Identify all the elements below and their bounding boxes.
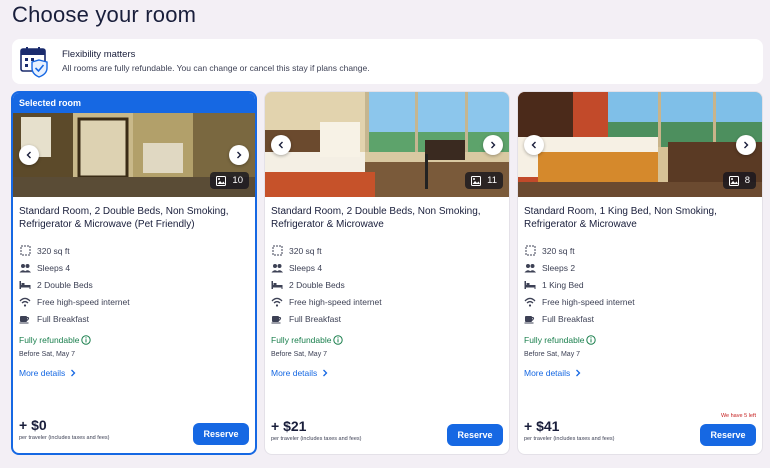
chevron-right-icon [323, 369, 328, 377]
feature-internet: Free high-speed internet [271, 293, 503, 310]
feature-internet: Free high-speed internet [524, 293, 756, 310]
photo-count-label: 11 [487, 175, 497, 186]
area-icon [524, 245, 536, 257]
room-card: 8 Standard Room, 1 King Bed, Non Smoking… [517, 91, 763, 455]
previous-photo-button[interactable] [524, 134, 544, 155]
bed-icon [524, 279, 536, 291]
refund-status: Fully refundable [518, 335, 762, 345]
bed-icon [19, 279, 31, 291]
calendar-shield-icon [20, 46, 50, 78]
room-photo: 8 [518, 92, 762, 197]
wifi-icon [19, 296, 31, 308]
photo-count-label: 10 [232, 175, 243, 186]
feature-area: 320 sq ft [19, 242, 249, 259]
info-icon[interactable] [586, 335, 597, 345]
photo-count-label: 8 [744, 175, 750, 186]
photo-count-button[interactable]: 11 [465, 172, 503, 189]
feature-internet: Free high-speed internet [19, 293, 249, 310]
more-details-link[interactable]: More details [13, 368, 255, 378]
gallery-icon [728, 175, 739, 186]
next-photo-button[interactable] [229, 145, 249, 165]
area-icon [271, 245, 283, 257]
people-icon [271, 262, 283, 274]
banner-subtitle: All rooms are fully refundable. You can … [62, 63, 370, 73]
room-photo: 11 [265, 92, 509, 197]
photo-count-button[interactable]: 10 [210, 172, 249, 189]
bed-icon [271, 279, 283, 291]
feature-sleeps: Sleeps 2 [524, 259, 756, 276]
feature-area: 320 sq ft [524, 242, 756, 259]
banner-title: Flexibility matters [62, 49, 136, 60]
refund-deadline: Before Sat, May 7 [19, 351, 76, 358]
room-card: 11 Standard Room, 2 Double Beds, Non Smo… [264, 91, 510, 455]
refund-deadline: Before Sat, May 7 [524, 351, 581, 358]
room-title: Standard Room, 2 Double Beds, Non Smokin… [19, 206, 229, 230]
feature-list: 320 sq ft Sleeps 4 2 Double Beds Free hi… [265, 242, 509, 327]
coffee-icon [271, 313, 283, 325]
wifi-icon [271, 296, 283, 308]
chevron-right-icon [744, 141, 749, 148]
people-icon [524, 262, 536, 274]
coffee-icon [19, 313, 31, 325]
info-icon[interactable] [81, 335, 92, 345]
room-photo: 10 [13, 113, 255, 197]
feature-beds: 2 Double Beds [19, 276, 249, 293]
feature-area: 320 sq ft [271, 242, 503, 259]
feature-sleeps: Sleeps 4 [19, 259, 249, 276]
previous-photo-button[interactable] [271, 134, 291, 155]
feature-beds: 1 King Bed [524, 276, 756, 293]
feature-sleeps: Sleeps 4 [271, 259, 503, 276]
price-area: + $41 per traveler (includes taxes and f… [524, 418, 615, 442]
price-note: per traveler (includes taxes and fees) [271, 436, 362, 442]
price-area: + $21 per traveler (includes taxes and f… [271, 418, 362, 442]
feature-breakfast: Full Breakfast [271, 310, 503, 327]
flexibility-banner: Flexibility matters All rooms are fully … [12, 39, 763, 84]
people-icon [19, 262, 31, 274]
price: + $0 [19, 417, 47, 433]
area-icon [19, 245, 31, 257]
chevron-right-icon [491, 141, 496, 148]
price: + $41 [524, 418, 560, 434]
feature-breakfast: Full Breakfast [524, 310, 756, 327]
photo-count-button[interactable]: 8 [722, 172, 756, 189]
price: + $21 [271, 418, 307, 434]
previous-photo-button[interactable] [19, 145, 39, 165]
price-note: per traveler (includes taxes and fees) [19, 435, 110, 441]
price-note: per traveler (includes taxes and fees) [524, 436, 615, 442]
chevron-right-icon [237, 151, 242, 159]
selected-room-label: Selected room [13, 93, 255, 113]
availability-badge: We have 5 left [720, 413, 756, 419]
refund-status: Fully refundable [265, 335, 509, 345]
info-icon[interactable] [333, 335, 344, 345]
next-photo-button[interactable] [736, 134, 756, 155]
refund-status: Fully refundable [13, 335, 255, 345]
page-title: Choose your room [12, 2, 197, 27]
price-area: + $0 per traveler (includes taxes and fe… [19, 417, 110, 441]
wifi-icon [524, 296, 536, 308]
chevron-right-icon [576, 369, 581, 377]
chevron-right-icon [71, 369, 76, 377]
reserve-button[interactable]: Reserve [447, 424, 503, 446]
gallery-icon [471, 175, 482, 186]
more-details-link[interactable]: More details [518, 368, 762, 378]
feature-list: 320 sq ft Sleeps 2 1 King Bed Free high-… [518, 242, 762, 327]
more-details-link[interactable]: More details [265, 368, 509, 378]
coffee-icon [524, 313, 536, 325]
feature-list: 320 sq ft Sleeps 4 2 Double Beds Free hi… [13, 242, 255, 327]
reserve-button[interactable]: Reserve [193, 423, 249, 445]
chevron-left-icon [531, 141, 536, 148]
feature-beds: 2 Double Beds [271, 276, 503, 293]
feature-breakfast: Full Breakfast [19, 310, 249, 327]
room-card: Selected room 10 Standard Room, 2 Double… [11, 91, 257, 455]
room-title: Standard Room, 2 Double Beds, Non Smokin… [271, 206, 481, 230]
next-photo-button[interactable] [483, 134, 503, 155]
gallery-icon [216, 175, 227, 186]
room-title: Standard Room, 1 King Bed, Non Smoking, … [524, 206, 717, 230]
refund-deadline: Before Sat, May 7 [271, 351, 328, 358]
chevron-left-icon [278, 141, 283, 148]
chevron-left-icon [26, 151, 31, 159]
reserve-button[interactable]: Reserve [700, 424, 756, 446]
